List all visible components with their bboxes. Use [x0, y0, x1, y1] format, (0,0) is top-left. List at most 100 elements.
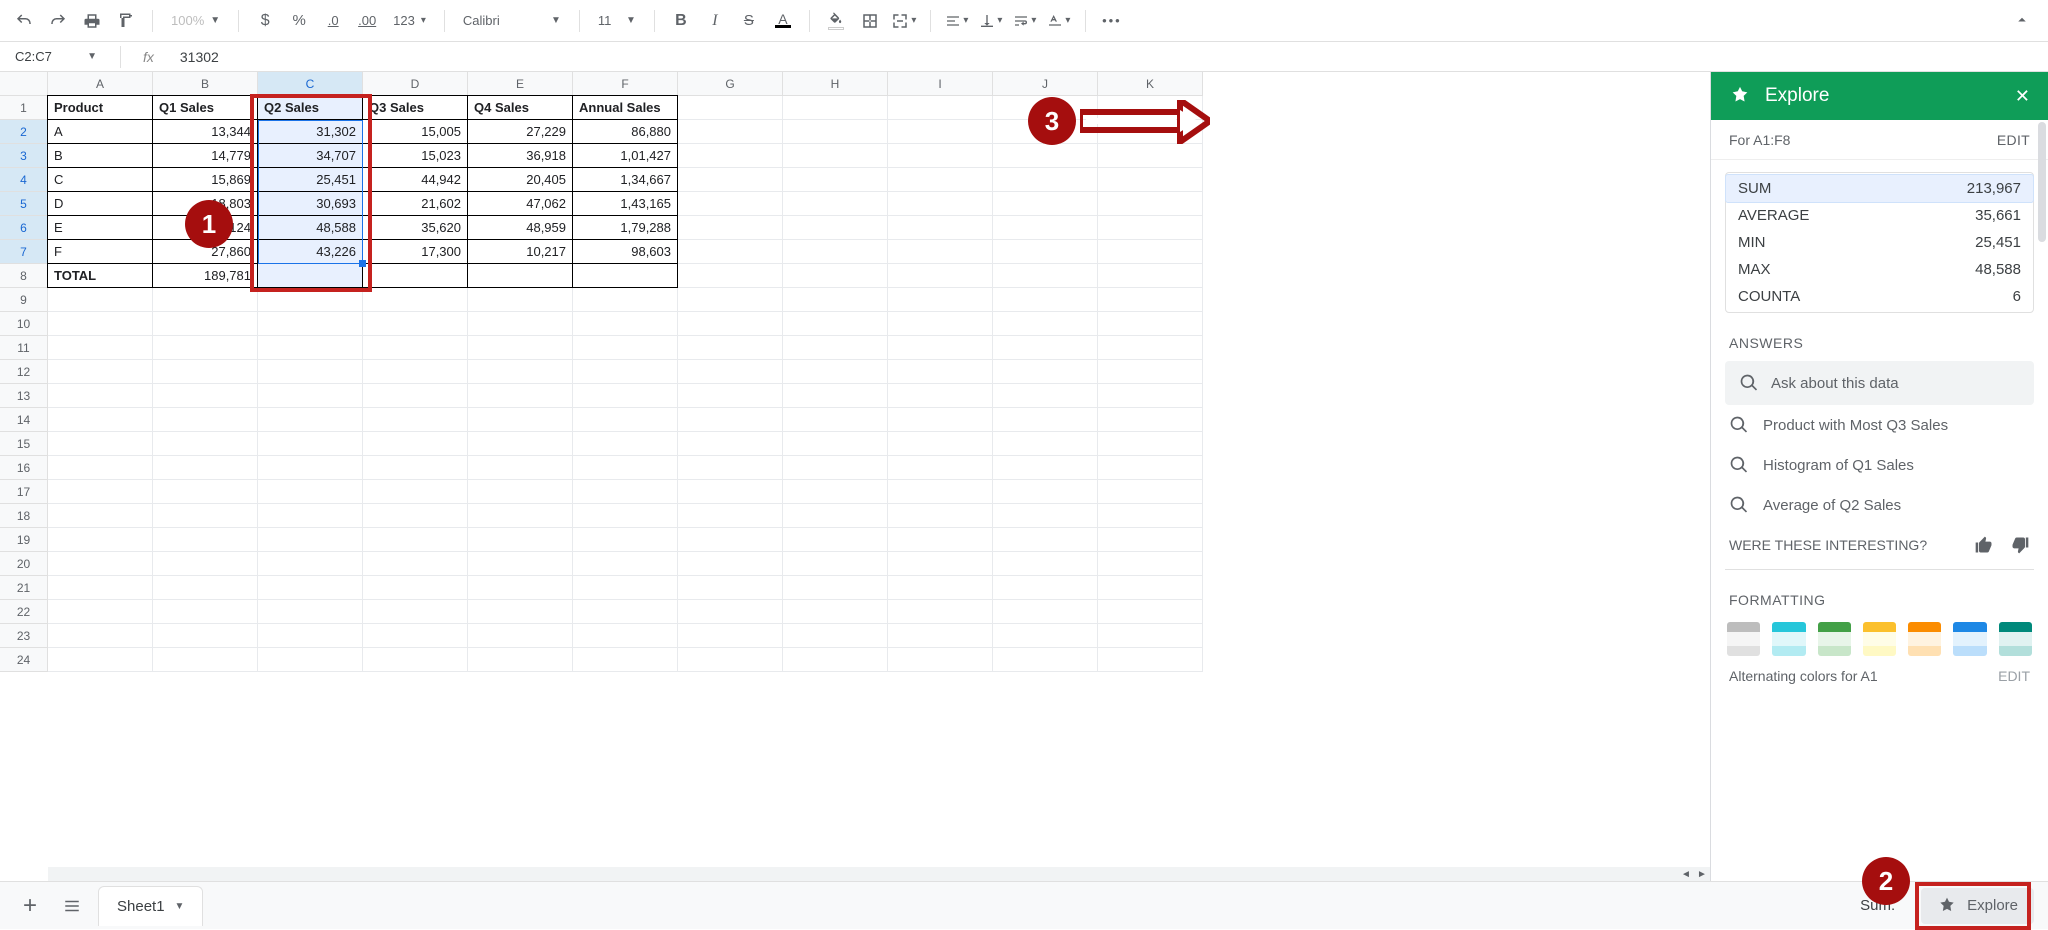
cell[interactable]: 1,01,427: [572, 143, 678, 168]
cell[interactable]: [888, 480, 993, 504]
text-wrap-button[interactable]: ▾: [1011, 7, 1039, 35]
horizontal-scrollbar[interactable]: [48, 867, 1690, 881]
cell[interactable]: [153, 648, 258, 672]
cell[interactable]: [258, 336, 363, 360]
stat-row[interactable]: AVERAGE35,661: [1726, 202, 2033, 229]
sheet-tab[interactable]: Sheet1▼: [98, 886, 203, 926]
cell[interactable]: Q2 Sales: [257, 95, 363, 120]
column-header[interactable]: B: [153, 72, 258, 96]
cell[interactable]: [258, 384, 363, 408]
cell[interactable]: [678, 264, 783, 288]
cell[interactable]: [1098, 192, 1203, 216]
cell[interactable]: [468, 408, 573, 432]
cell[interactable]: [783, 480, 888, 504]
bold-button[interactable]: B: [667, 7, 695, 35]
cell[interactable]: [468, 288, 573, 312]
cell[interactable]: [48, 480, 153, 504]
cell[interactable]: 15,023: [362, 143, 468, 168]
row-header[interactable]: 16: [0, 456, 48, 480]
cell[interactable]: [993, 288, 1098, 312]
cell[interactable]: [888, 552, 993, 576]
cell[interactable]: [783, 504, 888, 528]
column-header[interactable]: A: [48, 72, 153, 96]
row-header[interactable]: 22: [0, 600, 48, 624]
cell[interactable]: Q4 Sales: [467, 95, 573, 120]
vertical-align-button[interactable]: ▾: [977, 7, 1005, 35]
cell[interactable]: [363, 648, 468, 672]
cell[interactable]: [153, 504, 258, 528]
cell[interactable]: [783, 336, 888, 360]
cell[interactable]: 44,942: [362, 167, 468, 192]
swatch-yellow[interactable]: [1863, 622, 1896, 656]
cell[interactable]: [888, 168, 993, 192]
cell[interactable]: [1098, 552, 1203, 576]
stat-row[interactable]: MIN25,451: [1726, 229, 2033, 256]
swatch-orange[interactable]: [1908, 622, 1941, 656]
alt-colors-edit[interactable]: EDIT: [1998, 668, 2030, 684]
cell[interactable]: [993, 504, 1098, 528]
cell[interactable]: [363, 480, 468, 504]
cell[interactable]: [153, 360, 258, 384]
cell[interactable]: [678, 216, 783, 240]
cell[interactable]: [1098, 480, 1203, 504]
suggestion-item[interactable]: Average of Q2 Sales: [1725, 485, 2034, 525]
cell[interactable]: [1098, 264, 1203, 288]
cell[interactable]: [1098, 648, 1203, 672]
cell[interactable]: [468, 432, 573, 456]
cell[interactable]: [48, 576, 153, 600]
cell[interactable]: [362, 263, 468, 288]
cell[interactable]: [573, 480, 678, 504]
cell[interactable]: [678, 456, 783, 480]
cell[interactable]: [468, 576, 573, 600]
cell[interactable]: [1098, 408, 1203, 432]
cell[interactable]: 48,588: [257, 215, 363, 240]
print-button[interactable]: [78, 7, 106, 35]
undo-button[interactable]: [10, 7, 38, 35]
cell[interactable]: [257, 263, 363, 288]
cell[interactable]: [573, 600, 678, 624]
cell[interactable]: 15,005: [362, 119, 468, 144]
all-sheets-button[interactable]: [56, 890, 88, 922]
cell[interactable]: [48, 456, 153, 480]
row-header[interactable]: 1: [0, 96, 48, 120]
increase-decimal-button[interactable]: .00: [353, 7, 381, 35]
paint-format-button[interactable]: [112, 7, 140, 35]
row-header[interactable]: 24: [0, 648, 48, 672]
cell[interactable]: [1098, 168, 1203, 192]
cell[interactable]: [153, 312, 258, 336]
swatch-teal[interactable]: [1999, 622, 2032, 656]
cell[interactable]: 1,79,288: [572, 215, 678, 240]
row-header[interactable]: 12: [0, 360, 48, 384]
cell[interactable]: [1098, 360, 1203, 384]
cell[interactable]: [783, 216, 888, 240]
cell[interactable]: [888, 432, 993, 456]
cell[interactable]: Product: [47, 95, 153, 120]
row-header[interactable]: 10: [0, 312, 48, 336]
cell[interactable]: [48, 504, 153, 528]
format-percent-button[interactable]: %: [285, 7, 313, 35]
cell[interactable]: [783, 432, 888, 456]
cell[interactable]: [573, 312, 678, 336]
row-header[interactable]: 8: [0, 264, 48, 288]
cell[interactable]: [258, 456, 363, 480]
cell[interactable]: [468, 648, 573, 672]
cell[interactable]: [888, 144, 993, 168]
cell[interactable]: [258, 624, 363, 648]
cell[interactable]: [888, 384, 993, 408]
cell[interactable]: [678, 552, 783, 576]
cell[interactable]: [48, 288, 153, 312]
close-icon[interactable]: ✕: [2015, 86, 2030, 107]
font-size-select[interactable]: 11▼: [592, 13, 642, 28]
cell[interactable]: [258, 528, 363, 552]
explore-scrollbar[interactable]: [2038, 122, 2046, 602]
cell[interactable]: [48, 624, 153, 648]
cell[interactable]: [468, 456, 573, 480]
row-header[interactable]: 23: [0, 624, 48, 648]
cell[interactable]: [783, 192, 888, 216]
swatch-green[interactable]: [1818, 622, 1851, 656]
cell[interactable]: A: [47, 119, 153, 144]
cell[interactable]: [363, 600, 468, 624]
scroll-left-button[interactable]: ◄: [1678, 867, 1694, 881]
cell[interactable]: [993, 624, 1098, 648]
fill-color-button[interactable]: [822, 7, 850, 35]
